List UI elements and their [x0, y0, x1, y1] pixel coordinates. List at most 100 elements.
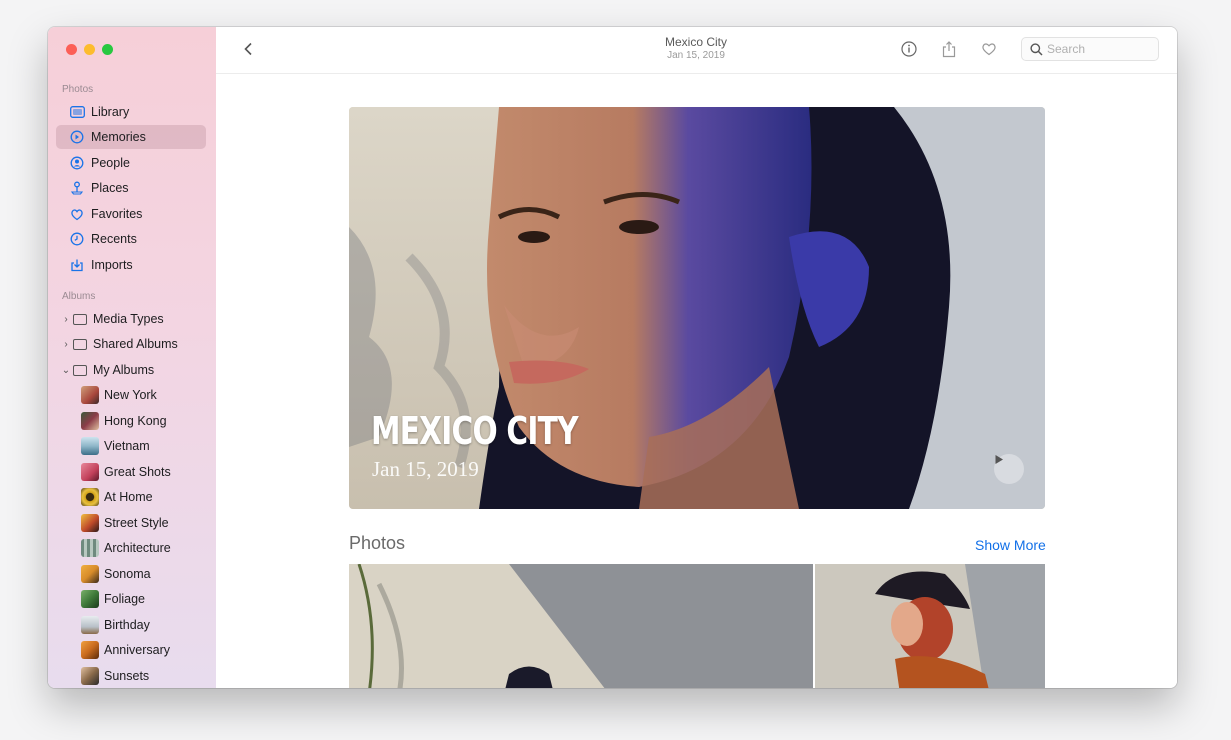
- memories-icon: [69, 129, 85, 145]
- album-architecture[interactable]: Architecture: [56, 536, 206, 560]
- sidebar-group-my-albums[interactable]: ⌄ My Albums: [56, 358, 206, 382]
- import-icon: [69, 257, 85, 273]
- heart-icon: [982, 43, 996, 56]
- album-label: Vietnam: [104, 439, 150, 453]
- album-label: Hong Kong: [104, 414, 167, 428]
- page-title: Mexico City: [664, 35, 727, 49]
- sidebar-item-people[interactable]: People: [56, 151, 206, 175]
- photo-wall-shadow: [349, 564, 813, 688]
- sidebar-group-media-types[interactable]: › Media Types: [56, 307, 206, 331]
- people-icon: [69, 155, 85, 171]
- album-hong-kong[interactable]: Hong Kong: [56, 409, 206, 433]
- sidebar: Photos Library Memories People Places Fa…: [48, 27, 217, 688]
- info-icon: [901, 41, 917, 57]
- album-thumbnail: [81, 616, 99, 634]
- album-thumbnail: [81, 641, 99, 659]
- album-label: Street Style: [104, 516, 169, 530]
- play-button[interactable]: [994, 454, 1024, 484]
- folder-icon: [73, 313, 87, 325]
- sidebar-item-label: People: [91, 156, 130, 170]
- chevron-down-icon[interactable]: ⌄: [61, 365, 71, 376]
- favorite-button[interactable]: [979, 39, 999, 59]
- sidebar-item-label: Imports: [91, 258, 133, 272]
- album-thumbnail: [81, 437, 99, 455]
- library-icon: [69, 104, 85, 120]
- album-birthday[interactable]: Birthday: [56, 613, 206, 637]
- album-thumbnail: [81, 667, 99, 685]
- memory-title: MEXICO CITY: [371, 409, 579, 453]
- photo-woman-hat: [815, 564, 1045, 688]
- album-label: Sonoma: [104, 567, 151, 581]
- sidebar-item-label: Media Types: [93, 312, 164, 326]
- sidebar-item-imports[interactable]: Imports: [56, 253, 206, 277]
- sidebar-item-library[interactable]: Library: [56, 100, 206, 124]
- chevron-right-icon[interactable]: ›: [61, 314, 71, 325]
- album-anniversary[interactable]: Anniversary: [56, 638, 206, 662]
- zoom-button[interactable]: [102, 44, 113, 55]
- album-street-style[interactable]: Street Style: [56, 511, 206, 535]
- album-foliage[interactable]: Foliage: [56, 587, 206, 611]
- album-thumbnail: [81, 386, 99, 404]
- photo-thumbnail[interactable]: [815, 564, 1045, 688]
- album-thumbnail: [81, 565, 99, 583]
- back-button[interactable]: [238, 39, 258, 59]
- album-label: New York: [104, 388, 157, 402]
- memory-hero-image[interactable]: MEXICO CITY Jan 15, 2019: [349, 107, 1045, 509]
- album-new-york[interactable]: New York: [56, 383, 206, 407]
- album-label: Foliage: [104, 592, 145, 606]
- photos-section-header: Photos: [62, 84, 94, 95]
- show-more-link[interactable]: Show More: [975, 537, 1046, 553]
- album-label: Anniversary: [104, 643, 170, 657]
- album-sunsets[interactable]: Sunsets: [56, 664, 206, 688]
- minimize-button[interactable]: [84, 44, 95, 55]
- album-thumbnail: [81, 539, 99, 557]
- album-great-shots[interactable]: Great Shots: [56, 460, 206, 484]
- clock-icon: [69, 231, 85, 247]
- places-icon: [69, 180, 85, 196]
- album-thumbnail: [81, 488, 99, 506]
- album-label: At Home: [104, 490, 153, 504]
- shared-folder-icon: [73, 338, 87, 350]
- sidebar-item-label: Favorites: [91, 207, 143, 221]
- close-button[interactable]: [66, 44, 77, 55]
- heart-icon: [69, 206, 85, 222]
- album-at-home[interactable]: At Home: [56, 485, 206, 509]
- album-sonoma[interactable]: Sonoma: [56, 562, 206, 586]
- albums-section-header: Albums: [62, 291, 96, 302]
- sidebar-item-recents[interactable]: Recents: [56, 227, 206, 251]
- sidebar-item-label: Places: [91, 181, 129, 195]
- sidebar-group-shared-albums[interactable]: › Shared Albums: [56, 332, 206, 356]
- page-subtitle: Jan 15, 2019: [667, 50, 725, 61]
- album-label: Birthday: [104, 618, 150, 632]
- share-button[interactable]: [939, 39, 959, 59]
- album-label: Architecture: [104, 541, 171, 555]
- album-label: Great Shots: [104, 465, 171, 479]
- chevron-left-icon: [244, 42, 252, 56]
- window-controls: [66, 44, 113, 55]
- sidebar-item-label: Shared Albums: [93, 337, 178, 351]
- sidebar-item-favorites[interactable]: Favorites: [56, 202, 206, 226]
- album-thumbnail: [81, 514, 99, 532]
- toolbar-title: Mexico City Jan 15, 2019: [616, 35, 776, 61]
- sidebar-item-label: My Albums: [93, 363, 155, 377]
- search-icon: [1030, 42, 1043, 56]
- album-vietnam[interactable]: Vietnam: [56, 434, 206, 458]
- info-button[interactable]: [899, 39, 919, 59]
- share-icon: [942, 40, 956, 57]
- search-input[interactable]: Search: [1047, 42, 1085, 56]
- sidebar-item-memories[interactable]: Memories: [56, 125, 206, 149]
- sidebar-item-places[interactable]: Places: [56, 176, 206, 200]
- sidebar-item-label: Memories: [91, 130, 146, 144]
- memory-content: MEXICO CITY Jan 15, 2019 Photos Show Mor…: [216, 74, 1177, 688]
- photo-thumbnail[interactable]: [349, 564, 813, 688]
- photos-section-title: Photos: [349, 533, 406, 553]
- toolbar: Mexico City Jan 15, 2019 Search: [216, 27, 1177, 74]
- sidebar-item-label: Recents: [91, 232, 137, 246]
- album-thumbnail: [81, 590, 99, 608]
- folder-icon: [73, 364, 87, 376]
- search-field[interactable]: Search: [1021, 37, 1159, 61]
- album-thumbnail: [81, 463, 99, 481]
- chevron-right-icon[interactable]: ›: [61, 339, 71, 350]
- memory-date: Jan 15, 2019: [372, 457, 479, 481]
- play-icon: [995, 455, 1003, 464]
